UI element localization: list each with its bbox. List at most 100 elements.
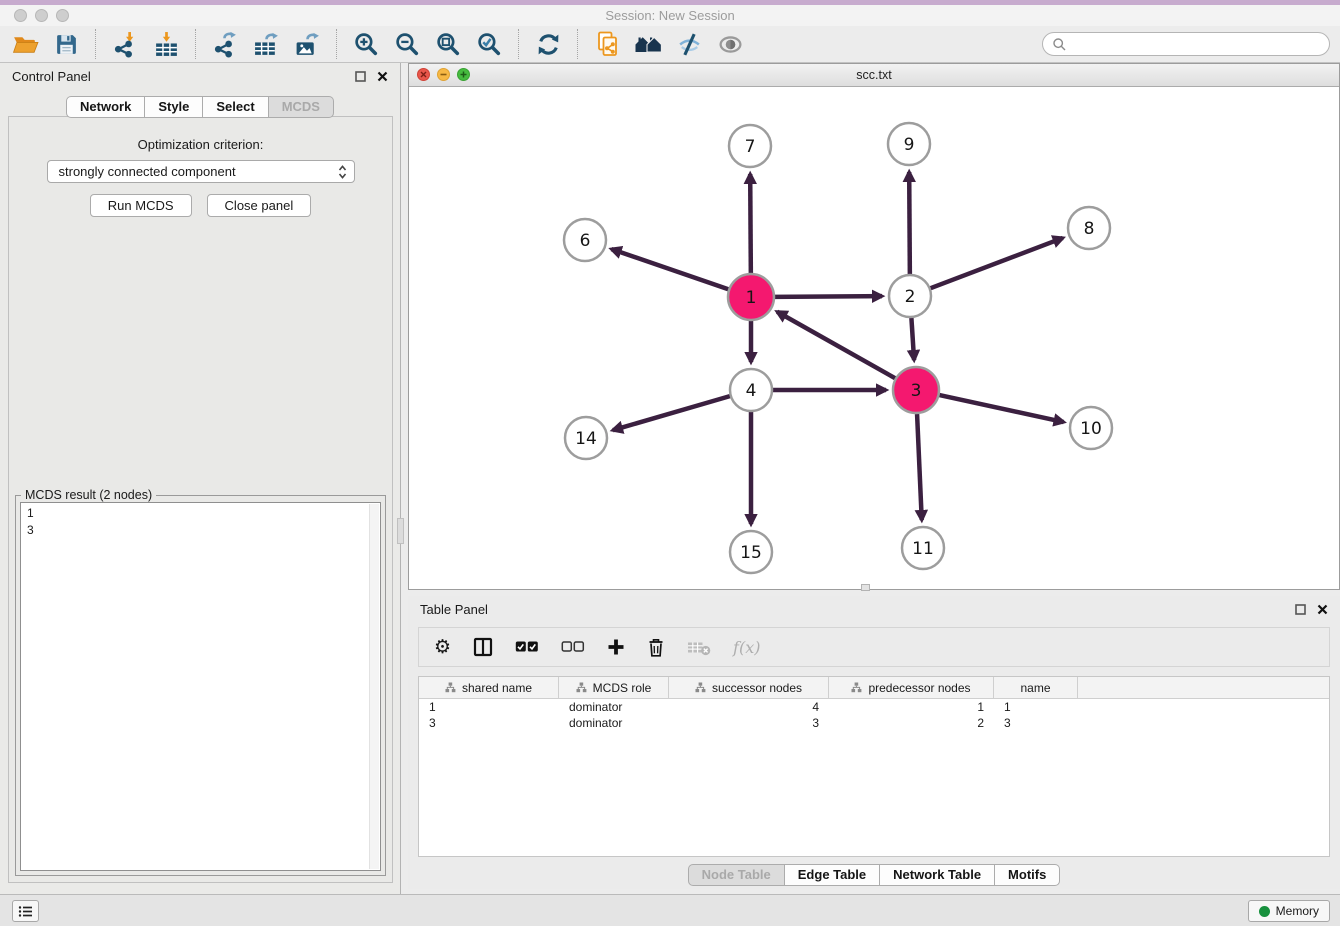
column-header-mcds-role[interactable]: MCDS role [559, 677, 669, 698]
select-stepper-icon [338, 164, 347, 180]
checked-boxes-icon [515, 640, 539, 654]
result-scrollbar-track[interactable] [369, 504, 379, 869]
table-row[interactable]: 3 dominator 3 2 3 [419, 715, 1329, 731]
window-resize-grip[interactable] [861, 584, 870, 591]
open-session-button[interactable] [10, 29, 41, 60]
graph-edge-1-7[interactable] [750, 174, 751, 273]
float-panel-icon[interactable] [355, 71, 366, 82]
graph-edge-2-8[interactable] [931, 238, 1063, 288]
import-table-button[interactable] [151, 29, 182, 60]
search-box[interactable] [1042, 32, 1330, 56]
search-input[interactable] [1072, 36, 1320, 52]
save-session-button[interactable] [51, 29, 82, 60]
zoom-selected-button[interactable] [474, 29, 505, 60]
first-neighbors-button[interactable] [633, 29, 664, 60]
eye-slash-icon [676, 31, 703, 58]
search-icon [1052, 37, 1067, 52]
selected-option: strongly connected component [59, 164, 236, 179]
hide-selected-button[interactable] [674, 29, 705, 60]
tab-style[interactable]: Style [145, 96, 203, 118]
tab-network[interactable]: Network [66, 96, 145, 118]
import-table-icon [153, 31, 180, 58]
graph-edge-1-6[interactable] [611, 249, 728, 289]
float-panel-icon[interactable] [1295, 604, 1306, 615]
tab-select[interactable]: Select [203, 96, 268, 118]
close-panel-button[interactable]: Close panel [207, 194, 312, 217]
delete-columns-button[interactable] [647, 637, 665, 657]
table-panel: Table Panel ⚙ f(x) shared name MCDS role… [408, 596, 1340, 889]
zoom-in-button[interactable] [351, 29, 382, 60]
tab-node-table[interactable]: Node Table [688, 864, 785, 886]
graph-edge-1-2[interactable] [775, 296, 882, 297]
export-image-button[interactable] [292, 29, 323, 60]
export-network-button[interactable] [210, 29, 241, 60]
column-header-successor-nodes[interactable]: successor nodes [669, 677, 829, 698]
toolbar-separator [95, 29, 97, 59]
cell-mcds-role: dominator [559, 716, 669, 730]
show-column-panel-button[interactable] [473, 637, 493, 657]
unchecked-boxes-icon [561, 640, 585, 654]
memory-label: Memory [1276, 904, 1319, 918]
mcds-panel: Optimization criterion: strongly connect… [8, 116, 393, 883]
close-panel-icon[interactable] [377, 71, 388, 82]
select-all-columns-button[interactable] [515, 640, 539, 654]
function-builder-button-disabled[interactable]: f(x) [733, 638, 760, 657]
export-table-button[interactable] [251, 29, 282, 60]
create-column-button[interactable] [607, 638, 625, 656]
tab-mcds[interactable]: MCDS [269, 96, 334, 118]
optimization-criterion-select[interactable]: strongly connected component [47, 160, 355, 183]
close-panel-icon[interactable] [1317, 604, 1328, 615]
panel-splitter-handle[interactable] [397, 518, 404, 544]
toolbar-separator [518, 29, 520, 59]
window-title: Session: New Session [0, 5, 1340, 26]
show-graphics-details-button[interactable] [715, 29, 746, 60]
task-history-button[interactable] [12, 900, 39, 922]
network-view-window: scc.txt 7968124314101511 [408, 63, 1340, 590]
network-graph-canvas[interactable]: 7968124314101511 [409, 86, 1339, 589]
run-mcds-button[interactable]: Run MCDS [90, 194, 192, 217]
graph-edge-2-3[interactable] [911, 318, 914, 360]
column-settings-button[interactable]: ⚙ [434, 638, 451, 657]
window-close-button[interactable] [14, 9, 27, 22]
graph-edge-3-11[interactable] [917, 414, 922, 520]
refresh-view-button[interactable] [533, 29, 564, 60]
toolbar-separator [195, 29, 197, 59]
tab-motifs[interactable]: Motifs [995, 864, 1060, 886]
column-header-shared-name[interactable]: shared name [419, 677, 559, 698]
network-minimize-button[interactable] [437, 68, 450, 81]
memory-button[interactable]: Memory [1248, 900, 1330, 922]
task-list-icon [18, 905, 33, 918]
cell-predecessor-nodes: 1 [829, 700, 994, 714]
tab-network-table[interactable]: Network Table [880, 864, 995, 886]
control-panel-tabs: Network Style Select MCDS [0, 96, 400, 118]
fx-icon: f(x) [733, 638, 760, 657]
column-header-predecessor-nodes[interactable]: predecessor nodes [829, 677, 994, 698]
mcds-result-line: 1 [27, 505, 374, 522]
graph-edge-2-9[interactable] [909, 172, 910, 274]
duplicate-network-button[interactable] [592, 29, 623, 60]
delete-table-button-disabled[interactable] [687, 639, 711, 656]
zoom-out-magnifier-icon [394, 31, 421, 58]
column-header-name[interactable]: name [994, 677, 1078, 698]
window-minimize-button[interactable] [35, 9, 48, 22]
zoom-out-button[interactable] [392, 29, 423, 60]
table-toolbar: ⚙ f(x) [418, 627, 1330, 667]
window-zoom-button[interactable] [56, 9, 69, 22]
graph-edge-4-14[interactable] [613, 396, 730, 430]
export-table-icon [253, 31, 280, 58]
graph-edge-3-10[interactable] [939, 395, 1063, 422]
import-network-button[interactable] [110, 29, 141, 60]
network-close-button[interactable] [417, 68, 430, 81]
mcds-result-list[interactable]: 1 3 [20, 502, 381, 871]
graph-edge-3-1[interactable] [777, 312, 895, 378]
network-zoom-button[interactable] [457, 68, 470, 81]
zoom-fit-button[interactable] [433, 29, 464, 60]
trash-icon [647, 637, 665, 657]
mcds-result-title: MCDS result (2 nodes) [21, 488, 156, 502]
deselect-all-columns-button[interactable] [561, 640, 585, 654]
control-panel-title: Control Panel [12, 69, 91, 84]
eye-icon [717, 31, 744, 58]
cell-shared-name: 1 [419, 700, 559, 714]
tab-edge-table[interactable]: Edge Table [785, 864, 880, 886]
table-row[interactable]: 1 dominator 4 1 1 [419, 699, 1329, 715]
